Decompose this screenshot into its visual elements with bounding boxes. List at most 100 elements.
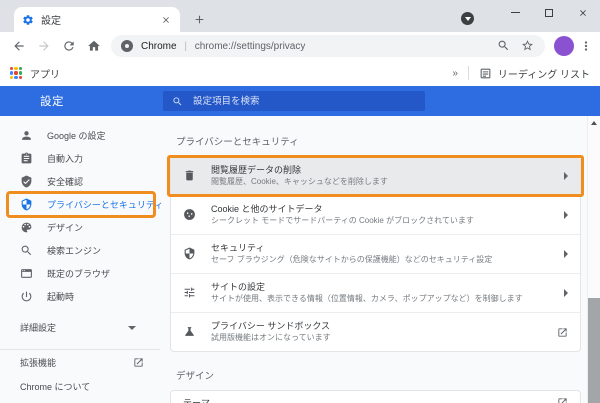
triangle-up-icon: [591, 121, 597, 125]
apps-bookmark[interactable]: アプリ: [30, 66, 60, 81]
advanced-label: 詳細設定: [20, 321, 56, 334]
palette-icon: [20, 221, 34, 235]
profile-avatar[interactable]: [554, 36, 574, 56]
row-privacy-sandbox[interactable]: プライバシー サンドボックス 試用版機能はオンになっています: [171, 312, 580, 351]
row-security[interactable]: セキュリティ セーフ ブラウジング（危険なサイトからの保護機能）などのセキュリテ…: [171, 234, 580, 273]
row-cookies-site-data[interactable]: Cookie と他のサイトデータ シークレット モードでサードパーティの Coo…: [171, 195, 580, 234]
chevron-right-icon: [564, 250, 568, 258]
sidebar-item-about-chrome[interactable]: Chrome について: [0, 374, 160, 398]
zoom-icon[interactable]: [497, 39, 511, 53]
minimize-icon: [511, 12, 520, 13]
sidebar-item-appearance[interactable]: デザイン: [0, 216, 160, 239]
external-link-icon: [557, 327, 568, 338]
appearance-card: テーマ: [170, 390, 581, 403]
content-scrollbar[interactable]: [587, 116, 600, 403]
row-title: Cookie と他のサイトデータ: [211, 203, 474, 215]
privacy-shield-icon: [20, 198, 34, 212]
bookmark-star-icon[interactable]: [521, 39, 535, 53]
back-button[interactable]: [6, 34, 31, 58]
settings-search-box[interactable]: [163, 91, 425, 111]
row-clear-browsing-data[interactable]: 閲覧履歴データの削除 閲覧履歴、Cookie、キャッシュなどを削除します: [171, 157, 580, 195]
chevron-down-icon: [128, 326, 136, 330]
sidebar-item-label: 自動入力: [47, 152, 83, 165]
sidebar-advanced-toggle[interactable]: 詳細設定: [0, 316, 160, 339]
close-button[interactable]: [566, 0, 600, 25]
sidebar-item-label: Google の設定: [47, 129, 106, 142]
sidebar-item-privacy-security[interactable]: プライバシーとセキュリティ: [0, 193, 160, 216]
settings-content: プライバシーとセキュリティ 閲覧履歴データの削除 閲覧履歴、Cookie、キャッ…: [160, 116, 600, 403]
scroll-up-button[interactable]: [588, 116, 600, 130]
sidebar-item-on-startup[interactable]: 起動時: [0, 285, 160, 308]
extensions-label: 拡張機能: [20, 356, 56, 369]
maximize-icon: [545, 9, 553, 17]
shield-check-icon: [20, 175, 34, 189]
settings-header: 設定: [0, 86, 600, 116]
sidebar-item-google-settings[interactable]: Google の設定: [0, 124, 160, 147]
cookie-icon: [183, 208, 197, 222]
settings-search-input[interactable]: [191, 95, 416, 108]
sidebar-item-default-browser[interactable]: 既定のブラウザ: [0, 262, 160, 285]
window-controls: [498, 0, 600, 25]
bookmarks-divider: [468, 66, 469, 80]
bookmarks-bar: アプリ » リーディング リスト: [0, 60, 600, 86]
row-title: セキュリティ: [211, 242, 492, 254]
settings-title: 設定: [40, 93, 64, 109]
maximize-button[interactable]: [532, 0, 566, 25]
sidebar-item-label: 起動時: [47, 290, 74, 303]
flask-icon: [183, 325, 197, 339]
tab-strip: 設定: [0, 0, 600, 32]
sidebar-item-label: 既定のブラウザ: [47, 267, 110, 280]
settings-sidebar: Google の設定 自動入力 安全確認 プライバシーとセキュリティ: [0, 116, 160, 403]
privacy-card: 閲覧履歴データの削除 閲覧履歴、Cookie、キャッシュなどを削除します Coo…: [170, 156, 581, 352]
reload-button[interactable]: [56, 34, 81, 58]
row-theme[interactable]: テーマ: [171, 391, 580, 403]
settings-body: Google の設定 自動入力 安全確認 プライバシーとセキュリティ: [0, 116, 600, 403]
new-tab-button[interactable]: [190, 10, 208, 28]
scrollbar-thumb[interactable]: [588, 298, 600, 403]
minimize-button[interactable]: [498, 0, 532, 25]
privacy-section-title: プライバシーとセキュリティ: [176, 134, 581, 148]
power-icon: [20, 290, 34, 304]
browser-toolbar: Chrome | chrome://settings/privacy: [0, 32, 600, 60]
row-title: サイトの設定: [211, 281, 523, 293]
sidebar-item-search-engine[interactable]: 検索エンジン: [0, 239, 160, 262]
sidebar-item-label: プライバシーとセキュリティ: [47, 198, 163, 211]
row-subtitle: 閲覧履歴、Cookie、キャッシュなどを削除します: [211, 177, 388, 187]
url-separator: |: [184, 41, 187, 52]
apps-grid-icon: [10, 67, 22, 79]
about-label: Chrome について: [20, 380, 90, 393]
row-subtitle: 試用版機能はオンになっています: [211, 333, 331, 343]
sidebar-item-label: デザイン: [47, 221, 83, 234]
search-icon: [20, 244, 34, 258]
row-site-settings[interactable]: サイトの設定 サイトが使用、表示できる情報（位置情報、カメラ、ポップアップなど）…: [171, 273, 580, 312]
reading-list-icon: [479, 67, 492, 80]
sidebar-item-label: 検索エンジン: [47, 244, 101, 257]
sidebar-item-label: 安全確認: [47, 175, 83, 188]
tab-settings[interactable]: 設定: [14, 7, 180, 32]
chevron-right-icon: [564, 211, 568, 219]
sidebar-item-autofill[interactable]: 自動入力: [0, 147, 160, 170]
forward-button[interactable]: [31, 34, 56, 58]
sidebar-item-safety-check[interactable]: 安全確認: [0, 170, 160, 193]
sidebar-item-extensions[interactable]: 拡張機能: [0, 350, 160, 374]
trash-icon: [183, 169, 197, 183]
row-subtitle: セーフ ブラウジング（危険なサイトからの保護機能）などのセキュリティ設定: [211, 255, 492, 265]
url-text: chrome://settings/privacy: [195, 41, 306, 52]
home-button[interactable]: [81, 34, 106, 58]
row-subtitle: サイトが使用、表示できる情報（位置情報、カメラ、ポップアップなど）を制御します: [211, 294, 523, 304]
caret-down-icon: [465, 17, 471, 21]
search-icon: [172, 96, 183, 107]
reading-list-button[interactable]: リーディング リスト: [498, 66, 590, 81]
row-subtitle: シークレット モードでサードパーティの Cookie がブロックされています: [211, 216, 474, 226]
bookmarks-overflow-button[interactable]: »: [452, 68, 458, 79]
person-icon: [20, 129, 34, 143]
tab-close-icon[interactable]: [160, 14, 172, 26]
tab-search-icon[interactable]: [461, 12, 474, 25]
address-bar[interactable]: Chrome | chrome://settings/privacy: [111, 35, 545, 57]
gear-icon: [22, 14, 34, 26]
row-title: 閲覧履歴データの削除: [211, 164, 388, 176]
chrome-page-icon: [121, 40, 133, 52]
browser-menu-icon[interactable]: [578, 38, 594, 54]
tab-title: 設定: [41, 12, 160, 27]
autofill-clipboard-icon: [20, 152, 34, 166]
